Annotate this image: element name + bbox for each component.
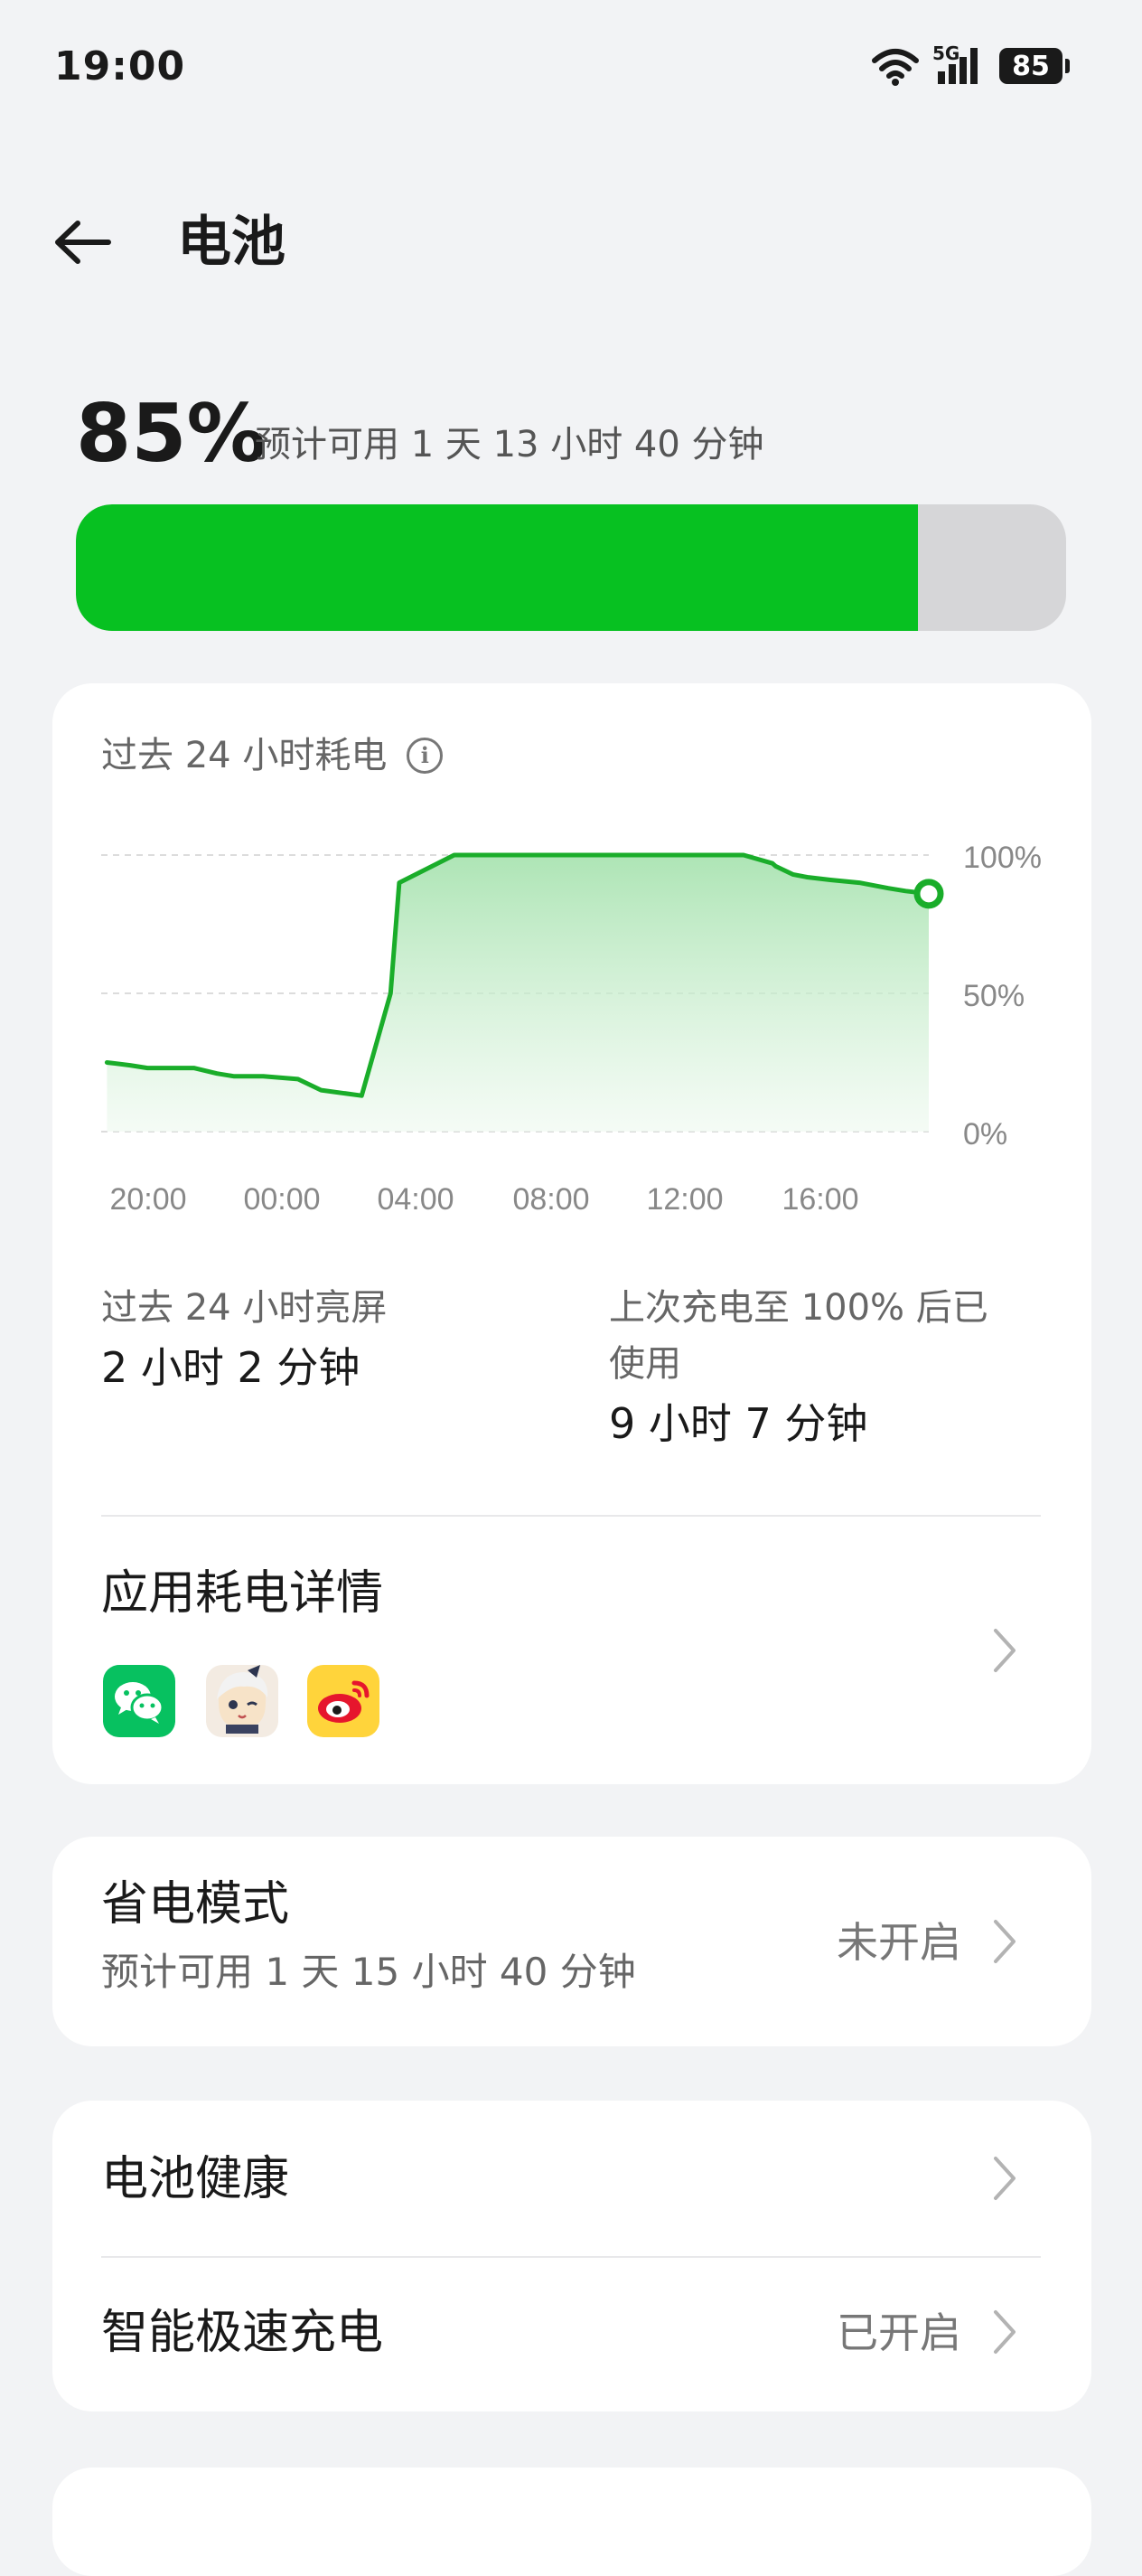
battery-level-fill: [76, 504, 918, 631]
screen-on-value: 2 小时 2 分钟: [101, 1343, 360, 1392]
y-tick-label: 0%: [963, 1117, 1007, 1152]
game-character-icon: [206, 1665, 278, 1737]
y-tick-label: 100%: [963, 841, 1042, 875]
x-tick-label: 04:00: [377, 1182, 454, 1217]
fast-charge-status: 已开启: [837, 2308, 961, 2357]
y-tick-label: 50%: [963, 979, 1025, 1013]
chevron-right-icon: [994, 2157, 1016, 2200]
usage-card: 过去 24 小时耗电 i 100% 50% 0% 20:00 00:00 04:00 08…: [52, 683, 1091, 1784]
x-tick-label: 00:00: [243, 1182, 320, 1217]
usage-area: [107, 855, 929, 1132]
app-usage-row[interactable]: 应用耗电详情: [52, 1517, 1091, 1784]
x-tick-label: 08:00: [512, 1182, 589, 1217]
since-full-value: 9 小时 7 分钟: [609, 1399, 868, 1448]
since-full-charge-stat: 上次充电至 100% 后已 使用 9 小时 7 分钟: [609, 1280, 988, 1455]
battery-level-bar: [76, 504, 1066, 631]
battery-estimate: 预计可用 1 天 13 小时 40 分钟: [255, 424, 764, 465]
fast-charge-title: 智能极速充电: [101, 2306, 384, 2360]
arrow-left-icon: [55, 221, 111, 264]
status-icons: 5G 85: [871, 42, 1070, 89]
page-title: 电池: [177, 211, 286, 274]
battery-percent: 85%: [76, 387, 267, 480]
wifi-icon: [872, 49, 919, 86]
next-card-partial: [52, 2468, 1091, 2576]
battery-usage-chart: 100% 50% 0% 20:00 00:00 04:00 08:00 12:00 16:00: [101, 841, 1042, 1217]
since-full-label-line1: 上次充电至 100% 后已: [609, 1287, 988, 1329]
power-saving-subtitle: 预计可用 1 天 15 小时 40 分钟: [101, 1950, 636, 1994]
battery-level-text: 85: [1012, 50, 1050, 82]
chevron-right-icon: [994, 1920, 1016, 1963]
wechat-icon: [103, 1665, 175, 1737]
power-saving-title: 省电模式: [101, 1877, 290, 1932]
status-time: 19:00: [54, 43, 186, 89]
power-saving-status: 未开启: [837, 1918, 961, 1967]
current-level-marker: [913, 879, 944, 909]
fast-charge-row[interactable]: 智能极速充电 已开启: [52, 2258, 1091, 2411]
weibo-icon: [307, 1665, 379, 1737]
cellular-signal-icon: 5G: [932, 42, 987, 88]
x-tick-label: 12:00: [646, 1182, 723, 1217]
power-saving-row[interactable]: 省电模式 预计可用 1 天 15 小时 40 分钟 未开启: [52, 1837, 1091, 2046]
since-full-label-line2: 使用: [609, 1343, 681, 1385]
screen-on-label: 过去 24 小时亮屏: [101, 1287, 388, 1329]
screen-on-stat: 过去 24 小时亮屏 2 小时 2 分钟: [101, 1280, 387, 1399]
app-usage-title: 应用耗电详情: [101, 1566, 384, 1621]
battery-health-title: 电池健康: [101, 2152, 290, 2206]
battery-icon: 85: [999, 48, 1070, 84]
battery-health-row[interactable]: 电池健康: [52, 2101, 1091, 2256]
back-button[interactable]: [51, 206, 137, 278]
battery-settings-card: 电池健康 智能极速充电 已开启: [52, 2101, 1091, 2411]
x-tick-label: 20:00: [109, 1182, 186, 1217]
x-tick-label: 16:00: [782, 1182, 858, 1217]
chevron-right-icon: [994, 2310, 1016, 2354]
chevron-right-icon: [994, 1629, 1016, 1672]
